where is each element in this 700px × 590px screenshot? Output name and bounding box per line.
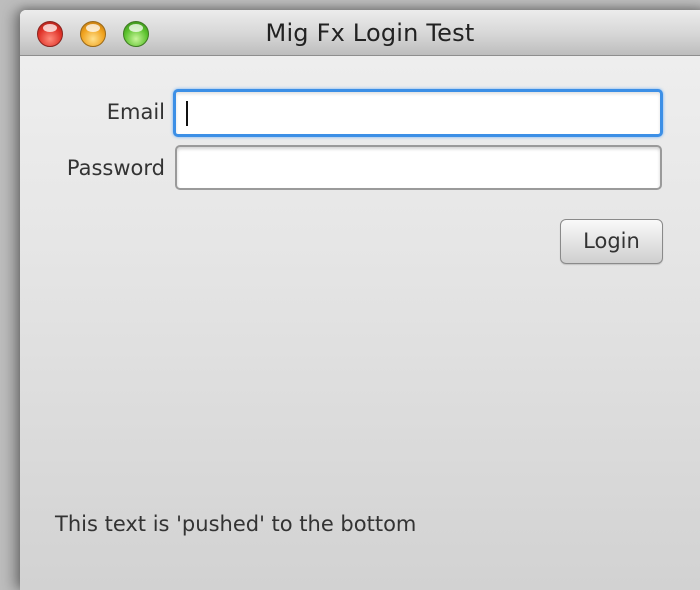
login-button[interactable]: Login [560,219,663,264]
email-field[interactable] [173,89,663,137]
title-bar[interactable]: Mig Fx Login Test [20,10,700,56]
app-window: Mig Fx Login Test Email Password Login T… [20,10,700,590]
window-title: Mig Fx Login Test [265,19,475,47]
password-field[interactable] [175,145,662,190]
bottom-pushed-text: This text is 'pushed' to the bottom [55,512,417,536]
email-label: Email [106,100,165,124]
password-label: Password [66,156,165,180]
text-caret [186,101,188,126]
